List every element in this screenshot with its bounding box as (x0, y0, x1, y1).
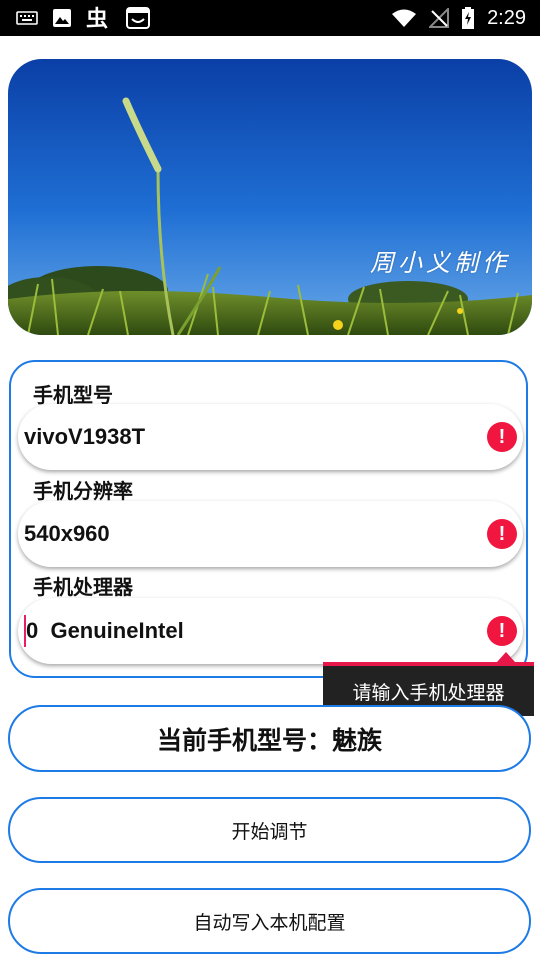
wifi-icon (391, 8, 417, 28)
banner-image: 周小义制作 (8, 59, 532, 335)
error-icon[interactable]: ! (487, 616, 517, 646)
phone-config-form: 手机型号 vivoV1938T ! 手机分辨率 540x960 ! 手机处理器 … (9, 360, 528, 678)
phone-processor-input[interactable]: 0 GenuineIntel ! (18, 598, 523, 664)
bug-icon: 虫 (86, 6, 112, 30)
tooltip-arrow (497, 652, 515, 662)
error-icon[interactable]: ! (487, 519, 517, 549)
screenshot-icon (126, 7, 150, 29)
status-bar: 虫 2:29 (0, 0, 540, 36)
banner-caption: 周小义制作 (370, 249, 510, 277)
phone-processor-label: 手机处理器 (33, 575, 133, 599)
phone-resolution-value: 540x960 (24, 521, 110, 546)
battery-charging-icon (461, 7, 475, 29)
error-icon[interactable]: ! (487, 422, 517, 452)
phone-model-input[interactable]: vivoV1938T ! (18, 404, 523, 470)
current-model-button[interactable]: 当前手机型号：魅族 (8, 705, 531, 772)
start-adjust-button[interactable]: 开始调节 (8, 797, 531, 863)
phone-resolution-input[interactable]: 540x960 ! (18, 501, 523, 567)
phone-resolution-label: 手机分辨率 (33, 479, 133, 503)
phone-processor-value: 0 GenuineIntel (26, 618, 184, 643)
keyboard-icon (16, 10, 38, 26)
no-signal-icon (429, 8, 450, 28)
image-icon (52, 8, 72, 28)
svg-text:虫: 虫 (86, 6, 108, 30)
auto-write-config-button[interactable]: 自动写入本机配置 (8, 888, 531, 954)
status-time: 2:29 (487, 6, 526, 29)
phone-model-value: vivoV1938T (24, 424, 146, 449)
